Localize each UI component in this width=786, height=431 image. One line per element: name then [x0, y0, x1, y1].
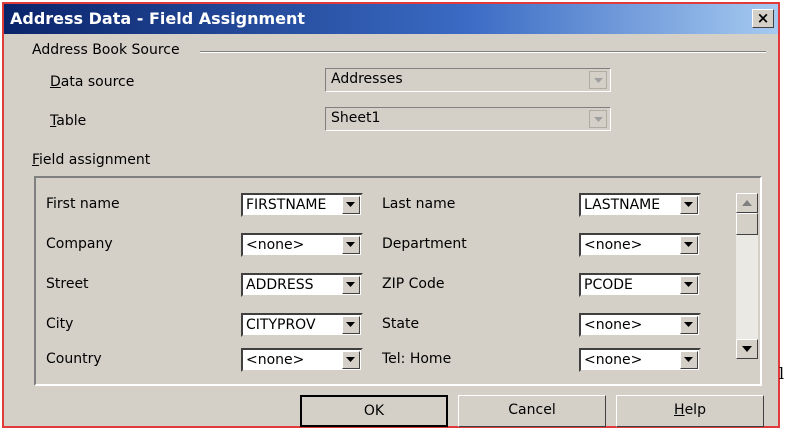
country-value: <none> [246, 352, 305, 368]
chevron-down-icon[interactable] [680, 196, 698, 214]
chevron-down-icon[interactable] [342, 316, 360, 334]
table-label: Table [50, 113, 87, 129]
department-dropdown[interactable]: <none> [579, 233, 701, 257]
field-assignment-dialog: Address Data - Field Assignment × Addres… [2, 2, 780, 428]
field-assignment-heading: Field assignment [32, 152, 151, 168]
arrow-down-icon [742, 346, 752, 352]
chevron-down-icon[interactable] [680, 316, 698, 334]
title-bar[interactable]: Address Data - Field Assignment × [4, 4, 778, 34]
chevron-down-icon[interactable] [680, 276, 698, 294]
group-divider [200, 51, 766, 53]
table-value: Sheet1 [331, 110, 381, 126]
window-title: Address Data - Field Assignment [10, 9, 306, 28]
data-source-label: Data source [50, 74, 135, 90]
stray-character: l [779, 364, 785, 383]
city-label: City [46, 316, 74, 332]
country-dropdown[interactable]: <none> [241, 348, 363, 372]
city-dropdown[interactable]: CITYPROV [241, 313, 363, 337]
scroll-up-button[interactable] [736, 193, 758, 213]
zip-code-label: ZIP Code [382, 276, 445, 292]
zip-code-value: PCODE [584, 277, 633, 293]
close-button[interactable]: × [752, 9, 774, 28]
tel-home-dropdown[interactable]: <none> [579, 348, 701, 372]
chevron-down-icon[interactable] [342, 351, 360, 369]
scrollbar-thumb[interactable] [736, 213, 758, 235]
department-label: Department [382, 236, 467, 252]
vertical-scrollbar[interactable] [736, 193, 758, 359]
company-value: <none> [246, 237, 305, 253]
chevron-down-icon[interactable] [589, 110, 607, 128]
close-icon: × [756, 9, 770, 27]
street-value: ADDRESS [246, 277, 314, 293]
field-assignment-panel: First name FIRSTNAME Last name LASTNAME … [34, 176, 762, 386]
chevron-down-icon[interactable] [680, 236, 698, 254]
country-label: Country [46, 351, 102, 367]
scroll-down-button[interactable] [736, 339, 758, 359]
ok-button[interactable]: OK [300, 395, 448, 427]
last-name-value: LASTNAME [584, 197, 661, 213]
street-label: Street [46, 276, 89, 292]
last-name-label: Last name [382, 196, 456, 212]
arrow-up-icon [742, 200, 752, 206]
cancel-button[interactable]: Cancel [458, 395, 606, 427]
company-label: Company [46, 236, 113, 252]
department-value: <none> [584, 237, 643, 253]
city-value: CITYPROV [246, 317, 316, 333]
first-name-dropdown[interactable]: FIRSTNAME [241, 193, 363, 217]
state-value: <none> [584, 317, 643, 333]
address-book-source-heading: Address Book Source [32, 42, 180, 58]
table-dropdown[interactable]: Sheet1 [325, 107, 611, 131]
chevron-down-icon[interactable] [589, 71, 607, 89]
state-label: State [382, 316, 420, 332]
chevron-down-icon[interactable] [342, 196, 360, 214]
data-source-value: Addresses [331, 71, 403, 87]
chevron-down-icon[interactable] [680, 351, 698, 369]
chevron-down-icon[interactable] [342, 236, 360, 254]
street-dropdown[interactable]: ADDRESS [241, 273, 363, 297]
last-name-dropdown[interactable]: LASTNAME [579, 193, 701, 217]
tel-home-label: Tel: Home [382, 351, 452, 367]
zip-code-dropdown[interactable]: PCODE [579, 273, 701, 297]
first-name-value: FIRSTNAME [246, 197, 327, 213]
company-dropdown[interactable]: <none> [241, 233, 363, 257]
chevron-down-icon[interactable] [342, 276, 360, 294]
tel-home-value: <none> [584, 352, 643, 368]
data-source-dropdown[interactable]: Addresses [325, 68, 611, 92]
help-button[interactable]: Help [616, 395, 764, 427]
state-dropdown[interactable]: <none> [579, 313, 701, 337]
first-name-label: First name [46, 196, 120, 212]
